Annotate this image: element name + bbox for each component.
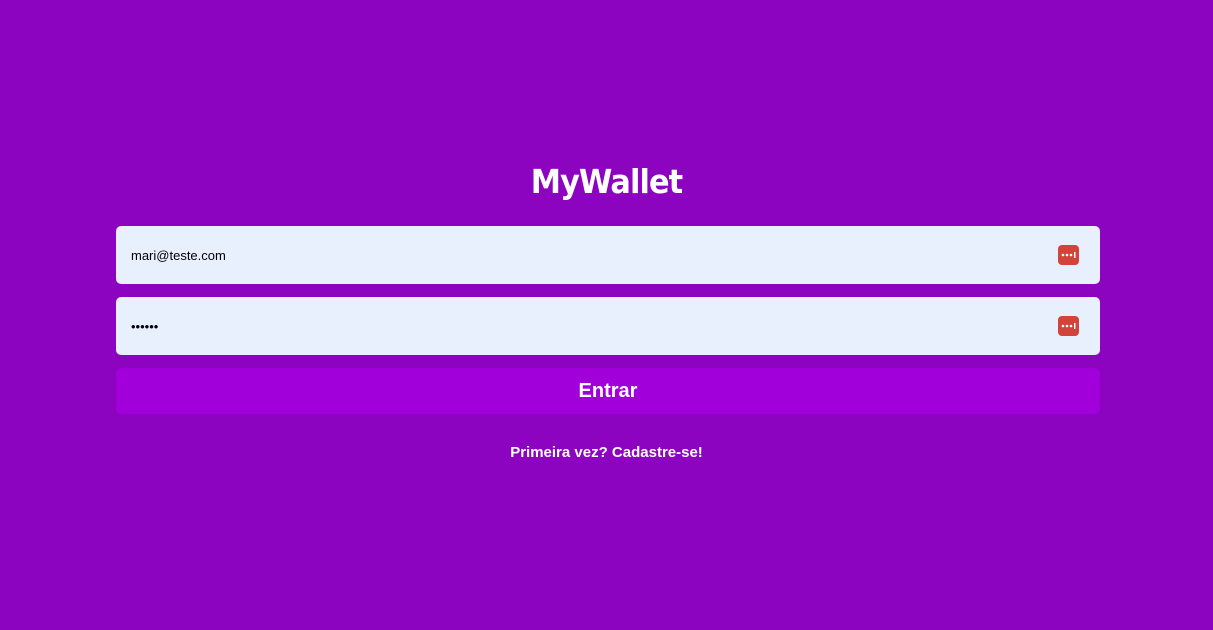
- password-manager-icon[interactable]: [1058, 316, 1079, 336]
- email-field-container: [116, 226, 1100, 284]
- password-field-container: [116, 297, 1100, 355]
- password-manager-icon[interactable]: [1058, 245, 1079, 265]
- signup-link[interactable]: Primeira vez? Cadastre-se!: [0, 443, 1213, 463]
- password-field[interactable]: [116, 297, 1046, 355]
- email-field[interactable]: [116, 226, 1046, 284]
- app-logo: MyWallet: [530, 162, 683, 201]
- login-button[interactable]: Entrar: [116, 368, 1100, 414]
